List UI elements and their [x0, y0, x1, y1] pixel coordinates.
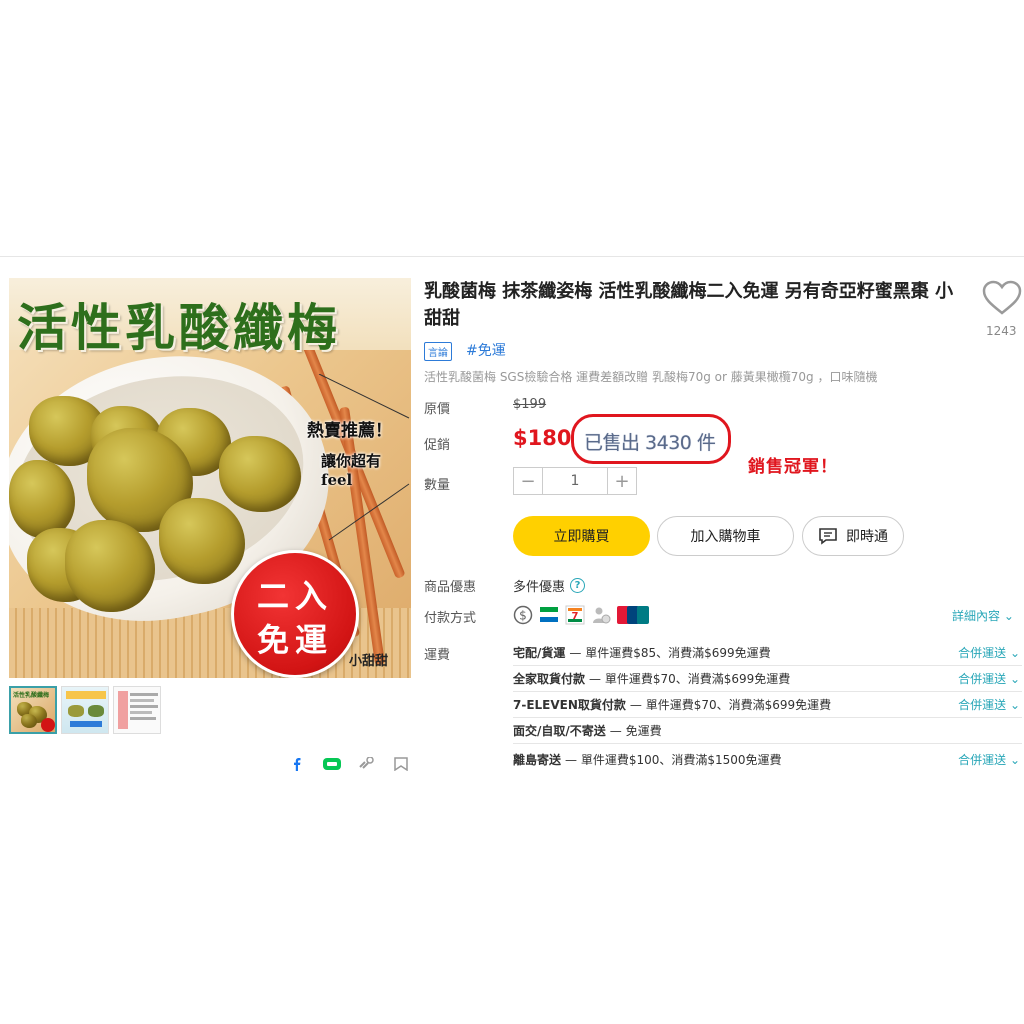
- payment-detail-label: 詳細內容: [952, 609, 1001, 623]
- shipping-method: 全家取貨付款: [513, 672, 586, 686]
- quantity-increase-button[interactable]: +: [608, 468, 636, 494]
- image-hot-text: 熱賣推薦！: [307, 421, 392, 441]
- product-subtitle: 活性乳酸菌梅 SGS檢驗合格 運費差額改贈 乳酸梅70g or 藤黃果橄欖70g…: [424, 370, 878, 384]
- original-price-label: 原價: [424, 402, 451, 417]
- tag-badge[interactable]: 言論: [424, 342, 452, 361]
- shipping-row: 7-ELEVEN取貨付款 — 單件運費$70、消費滿$699免運費 合併運送 ⌄: [513, 692, 1022, 718]
- quantity-label: 數量: [424, 478, 451, 493]
- best-seller-annotation: 銷售冠軍！: [748, 457, 838, 477]
- line-icon[interactable]: [322, 757, 342, 771]
- svg-text:7: 7: [572, 611, 579, 622]
- page-top-divider: [0, 256, 1024, 257]
- original-price: $199: [513, 397, 547, 412]
- face-to-face-icon: [593, 607, 611, 624]
- product-main-image[interactable]: 活性乳酸纖梅 熱賣推薦！ 讓你超有feel 二入 免運 小甜甜: [9, 278, 411, 678]
- sale-label: 促銷: [424, 438, 451, 453]
- shipping-label: 運費: [424, 648, 451, 663]
- chevron-down-icon: ⌄: [1003, 609, 1014, 623]
- familymart-icon: [540, 607, 558, 622]
- thumbnail-2[interactable]: [61, 686, 109, 734]
- unionpay-icon: [617, 606, 649, 624]
- free-shipping-badge: 二入 免運: [231, 550, 359, 678]
- promotions-label: 商品優惠: [424, 580, 477, 595]
- quantity-decrease-button[interactable]: −: [514, 468, 542, 494]
- combine-shipping-link[interactable]: 合併運送 ⌄: [958, 696, 1020, 713]
- chat-button[interactable]: 即時通: [802, 516, 904, 556]
- sale-price: $180: [513, 426, 572, 450]
- payment-methods: $ 7: [513, 605, 649, 625]
- shipping-method: 宅配/貨運: [513, 646, 566, 660]
- cash-icon: $: [513, 605, 533, 625]
- help-icon[interactable]: ?: [570, 578, 586, 593]
- shipping-row: 宅配/貨運 — 單件運費$85、消費滿$699免運費 合併運送 ⌄: [513, 640, 1022, 666]
- seven-eleven-icon: 7: [565, 605, 585, 625]
- shipping-desc: — 免運費: [609, 724, 662, 738]
- shipping-desc: — 單件運費$70、消費滿$699免運費: [629, 698, 832, 712]
- shipping-method: 離島寄送: [513, 752, 562, 767]
- link-icon[interactable]: [357, 757, 375, 771]
- shipping-row: 離島寄送 — 單件運費$100、消費滿$1500免運費 合併運送 ⌄: [513, 746, 1022, 772]
- bookmark-icon[interactable]: [393, 757, 409, 771]
- badge-line-2: 免運: [256, 621, 333, 659]
- payment-detail-link[interactable]: 詳細內容 ⌄: [952, 607, 1014, 624]
- promotions-value: 多件優惠 ?: [513, 576, 586, 595]
- image-brand-signature: 小甜甜: [349, 654, 389, 669]
- shipping-method: 7-ELEVEN取貨付款: [513, 698, 626, 712]
- combine-shipping-link[interactable]: 合併運送 ⌄: [958, 751, 1020, 768]
- add-to-cart-button[interactable]: 加入購物車: [657, 516, 794, 556]
- image-headline: 活性乳酸纖梅: [17, 298, 341, 357]
- quantity-input[interactable]: 1: [542, 468, 608, 494]
- buy-now-button[interactable]: 立即購買: [513, 516, 650, 556]
- shipping-row: 面交/自取/不寄送 — 免運費: [513, 718, 1022, 744]
- combine-shipping-link[interactable]: 合併運送 ⌄: [958, 670, 1020, 687]
- product-title: 乳酸菌梅 抹茶纖姿梅 活性乳酸纖梅二入免運 另有奇亞籽蜜黑棗 小甜甜: [424, 281, 954, 329]
- image-feel-text: 讓你超有feel: [321, 452, 382, 489]
- thumbnail-1[interactable]: 活性乳酸纖梅: [9, 686, 57, 734]
- shipping-method: 面交/自取/不寄送: [513, 724, 606, 738]
- sold-count: 已售出 3430 件: [584, 432, 716, 454]
- combine-shipping-link[interactable]: 合併運送 ⌄: [958, 644, 1020, 661]
- shipping-desc: — 單件運費$100、消費滿$1500免運費: [565, 752, 782, 767]
- badge-line-1: 二入: [256, 577, 333, 615]
- thumbnail-strip: 活性乳酸纖梅: [9, 686, 161, 734]
- promotions-text: 多件優惠: [513, 580, 566, 595]
- chat-button-label: 即時通: [846, 529, 888, 545]
- chat-icon: [819, 528, 837, 545]
- payment-label: 付款方式: [424, 611, 477, 626]
- facebook-icon[interactable]: [290, 757, 304, 771]
- thumbnail-title: 活性乳酸纖梅: [13, 692, 50, 699]
- hashtag-link[interactable]: #免運: [466, 340, 506, 360]
- like-count: 1243: [986, 324, 1017, 338]
- svg-text:$: $: [519, 609, 527, 623]
- shipping-desc: — 單件運費$70、消費滿$699免運費: [589, 672, 791, 686]
- thumbnail-3[interactable]: [113, 686, 161, 734]
- shipping-desc: — 單件運費$85、消費滿$699免運費: [569, 646, 771, 660]
- heart-icon[interactable]: [982, 280, 1022, 316]
- quantity-stepper: − 1 +: [513, 467, 637, 495]
- shipping-row: 全家取貨付款 — 單件運費$70、消費滿$699免運費 合併運送 ⌄: [513, 666, 1022, 692]
